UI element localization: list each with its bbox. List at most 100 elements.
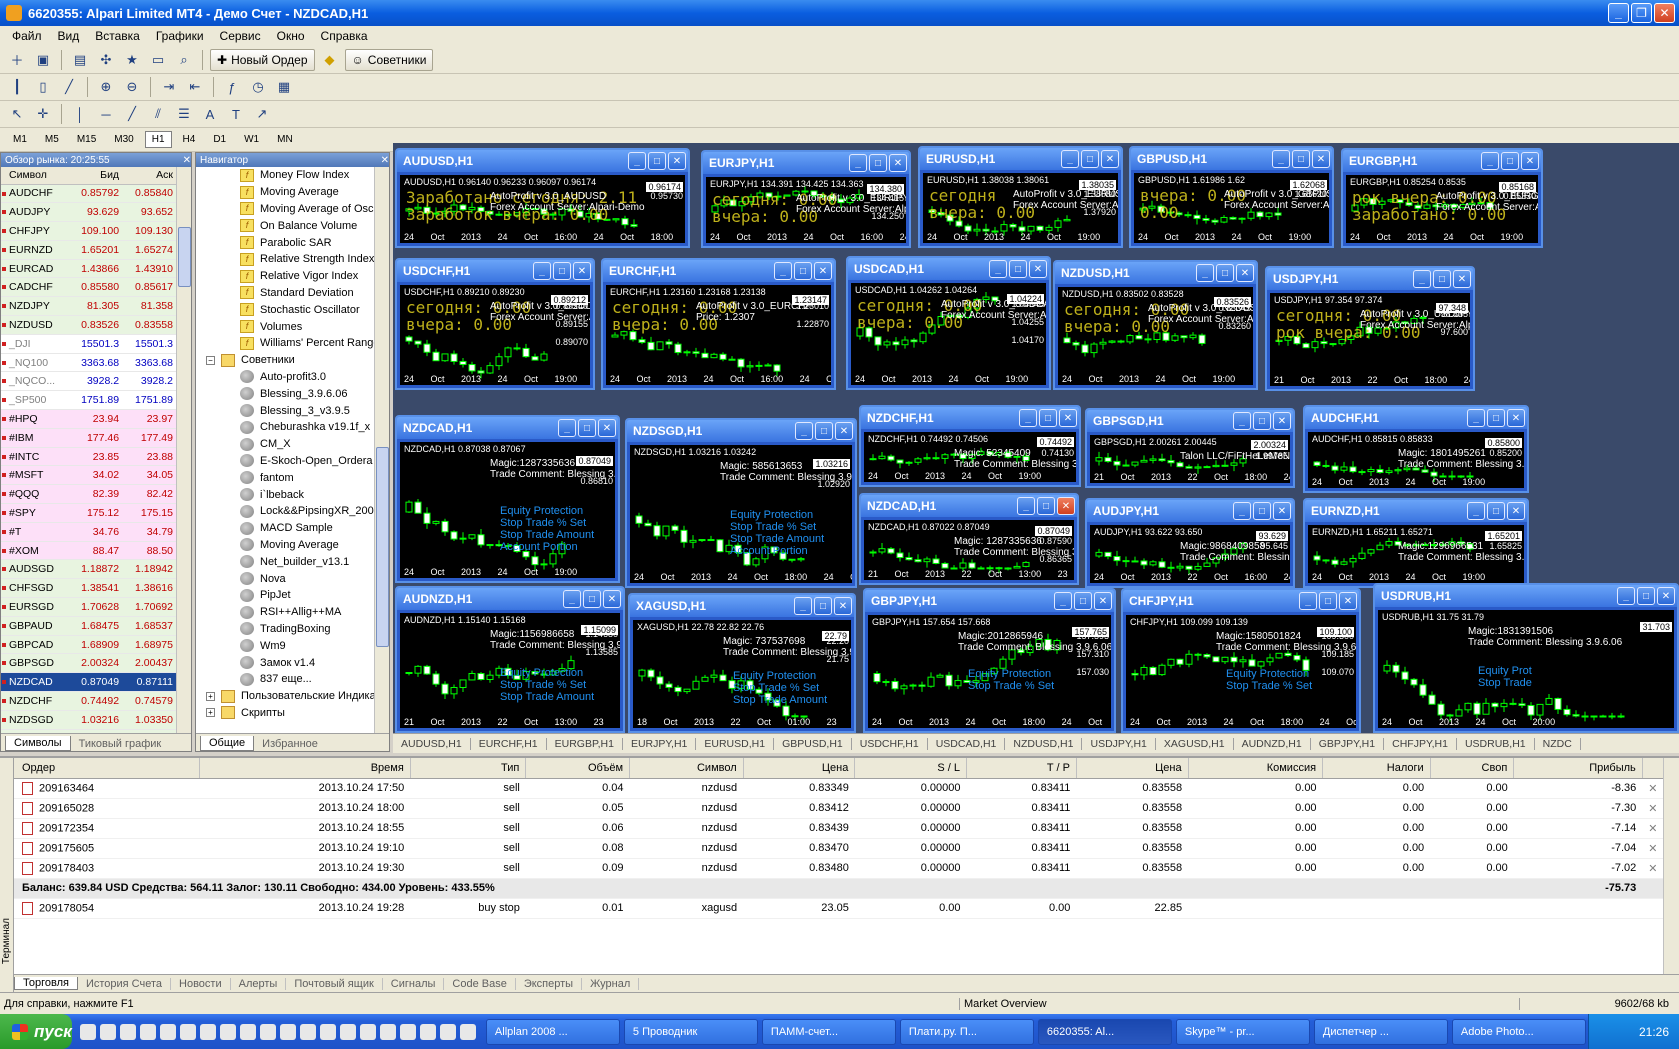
close-icon[interactable]: ✕ [834, 597, 852, 615]
chart-window-titlebar[interactable]: GBPJPY,H1 _ □ ✕ [865, 590, 1114, 612]
chart-tab[interactable]: AUDUSD,H1 [393, 737, 471, 750]
column-header[interactable]: Объём [525, 758, 631, 779]
quick-launch-icon[interactable] [399, 1023, 416, 1040]
market-watch-row[interactable]: CHFJPY 109.100 109.130 [1, 221, 177, 241]
chart-tab[interactable]: EURCHF,H1 [471, 737, 547, 750]
terminal-tab[interactable]: Новости [171, 977, 231, 990]
chart-window-titlebar[interactable]: AUDNZD,H1 _ □ ✕ [397, 588, 623, 610]
minimize-icon[interactable]: _ [558, 419, 576, 437]
chart-tab[interactable]: EURGBP,H1 [547, 737, 623, 750]
chart-window-titlebar[interactable]: NZDCAD,H1 _ □ ✕ [397, 417, 618, 439]
expand-icon[interactable]: + [206, 708, 215, 718]
maximize-icon[interactable]: □ [1037, 497, 1055, 515]
close-icon[interactable]: ✕ [1339, 592, 1357, 610]
quick-launch-icon[interactable] [79, 1023, 96, 1040]
market-watch-row[interactable]: #MSFT 34.02 34.05 [1, 465, 177, 486]
terminal-tab[interactable]: Алерты [231, 977, 287, 990]
market-watch-row[interactable]: #INTC 23.85 23.88 [1, 447, 177, 467]
autoscroll-icon[interactable]: ⇥ [158, 77, 180, 97]
close-icon[interactable]: ✕ [668, 152, 686, 170]
chart-window[interactable]: NZDCHF,H1 _ □ ✕ NZDCHF,H1 0.74492 0.74506 Mag… [859, 405, 1081, 487]
chart-canvas[interactable]: NZDCAD,H1 0.87022 0.87049 Magic: 12873356… [864, 520, 1074, 580]
chart-window[interactable]: EURUSD,H1 _ □ ✕ EURUSD,H1 1.38038 1.38061 сег… [918, 146, 1123, 248]
chart-tab[interactable]: USDCHF,H1 [852, 737, 928, 750]
terminal-tab[interactable]: История Счета [78, 977, 172, 990]
navigator-indicator[interactable]: f Parabolic SAR [196, 234, 389, 251]
chart-window[interactable]: USDRUB,H1 _ □ ✕ USDRUB,H1 31.75 31.79 Magic:1… [1373, 583, 1679, 733]
new-order-button[interactable]: ✚ Новый Ордер [210, 48, 315, 71]
minimize-icon[interactable]: _ [1061, 150, 1079, 168]
metaeditor-icon[interactable]: ◆ [319, 50, 341, 70]
maximize-icon[interactable]: □ [1081, 150, 1099, 168]
chart-window[interactable]: GBPSGD,H1 _ □ ✕ GBPSGD,H1 2.00261 2.00445 Tal… [1085, 408, 1295, 488]
quick-launch-icon[interactable] [119, 1023, 136, 1040]
cursor-icon[interactable]: ↖ [6, 104, 28, 124]
navigator-indicator[interactable]: f On Balance Volume [196, 217, 389, 234]
chart-canvas[interactable]: EURCHF,H1 1.23160 1.23168 1.23138 сегодня… [606, 285, 831, 385]
quick-launch-icon[interactable] [219, 1023, 236, 1040]
chart-tab[interactable]: USDRUB,H1 [1457, 737, 1535, 750]
close-icon[interactable]: ✕ [1273, 502, 1291, 520]
minimize-icon[interactable]: _ [533, 262, 551, 280]
chart-window[interactable]: GBPJPY,H1 _ □ ✕ GBPJPY,H1 157.654 157.668 Mag… [863, 588, 1116, 733]
close-order-icon[interactable]: ✕ [1642, 838, 1664, 859]
navigator-expert[interactable]: E-Skoch-Open_Ordera [196, 453, 389, 470]
taskbar-task[interactable]: Allplan 2008 ... [485, 1018, 620, 1045]
column-header[interactable]: Тип [410, 758, 527, 779]
taskbar-task[interactable]: ПАММ-счет... [761, 1018, 896, 1045]
chart-canvas[interactable]: EURNZD,H1 1.65211 1.65271 Magic:129696653… [1308, 525, 1524, 583]
chart-tab[interactable]: USDJPY,H1 [1082, 737, 1156, 750]
close-icon[interactable]: ✕ [1029, 260, 1047, 278]
market-watch-row[interactable]: _NQ100 3363.68 3363.68 [1, 353, 177, 373]
navigator-group-custom-indicators[interactable]: + Пользовательские Индикат [196, 688, 389, 705]
column-header[interactable]: T / P [966, 758, 1077, 779]
order-row[interactable]: 209178403 2013.10.24 19:30 sell 0.09 nzdusd 0… [14, 858, 1664, 879]
market-watch-row[interactable]: GBPCAD 1.68909 1.68975 [1, 635, 177, 655]
column-header[interactable]: Своп [1430, 758, 1515, 779]
market-watch-row[interactable]: _NQCO... 3928.2 3928.2 [1, 371, 177, 392]
minimize-icon[interactable]: _ [1413, 270, 1431, 288]
close-icon[interactable]: ✕ [183, 155, 191, 166]
navigator-indicator[interactable]: f Relative Strength Index [196, 251, 389, 268]
navigator-indicator[interactable]: f Williams' Percent Range [196, 335, 389, 352]
quick-launch-icon[interactable] [419, 1023, 436, 1040]
maximize-icon[interactable]: □ [583, 590, 601, 608]
quick-launch-icon[interactable] [459, 1023, 476, 1040]
maximize-icon[interactable]: □ [1487, 409, 1505, 427]
close-order-icon[interactable]: ✕ [1642, 778, 1664, 799]
close-icon[interactable]: ✕ [835, 422, 853, 440]
tab-symbols[interactable]: Символы [5, 736, 71, 751]
maximize-icon[interactable]: □ [1039, 409, 1057, 427]
taskbar-task[interactable]: Плати.ру. П... [899, 1018, 1034, 1045]
tab-tick-chart[interactable]: Тиковый график [71, 737, 170, 751]
market-watch-row[interactable]: NZDCHF 0.74492 0.74579 [1, 691, 177, 711]
minimize-icon[interactable]: _ [628, 152, 646, 170]
market-watch-row[interactable]: EURNZD 1.65201 1.65274 [1, 240, 177, 260]
chart-window-titlebar[interactable]: AUDUSD,H1 _ □ ✕ [397, 150, 688, 172]
quick-launch-icon[interactable] [359, 1023, 376, 1040]
quick-launch-icon[interactable] [199, 1023, 216, 1040]
market-watch-row[interactable]: CADCHF 0.85580 0.85617 [1, 277, 177, 298]
menu-item[interactable]: Вид [50, 29, 88, 43]
chart-canvas[interactable]: USDJPY,H1 97.354 97.374 сегодня: 0.00 рок … [1270, 293, 1470, 386]
chart-window-titlebar[interactable]: NZDCHF,H1 _ □ ✕ [861, 407, 1079, 429]
market-watch-icon[interactable]: ▤ [69, 50, 91, 70]
chart-window[interactable]: EURGBP,H1 _ □ ✕ EURGBP,H1 0.85254 0.8535 рок … [1341, 148, 1543, 248]
minimize-icon[interactable]: _ [794, 597, 812, 615]
chart-window-titlebar[interactable]: EURUSD,H1 _ □ ✕ [920, 148, 1121, 170]
menu-item[interactable]: Файл [4, 29, 50, 43]
navigator-indicator[interactable]: f Volumes [196, 318, 389, 335]
chart-canvas[interactable]: CHFJPY,H1 109.099 109.139 Magic:158050182… [1126, 615, 1356, 728]
new-chart-icon[interactable]: ＋ [6, 50, 28, 70]
chart-tab[interactable]: CHFJPY,H1 [1384, 737, 1457, 750]
maximize-icon[interactable]: □ [1501, 152, 1519, 170]
chart-window-titlebar[interactable]: GBPUSD,H1 _ □ ✕ [1131, 148, 1332, 170]
chart-window[interactable]: AUDJPY,H1 _ □ ✕ AUDJPY,H1 93.622 93.650 Magic… [1085, 498, 1295, 588]
chart-window[interactable]: USDCAD,H1 _ □ ✕ USDCAD,H1 1.04262 1.04264 сег… [846, 256, 1051, 390]
quick-launch-icon[interactable] [299, 1023, 316, 1040]
close-order-icon[interactable]: ✕ [1642, 798, 1664, 819]
quick-launch-icon[interactable] [239, 1023, 256, 1040]
navigator-group-experts[interactable]: − Советники [196, 352, 389, 369]
market-watch-row[interactable]: #SPY 175.12 175.15 [1, 503, 177, 523]
maximize-icon[interactable]: □ [648, 152, 666, 170]
